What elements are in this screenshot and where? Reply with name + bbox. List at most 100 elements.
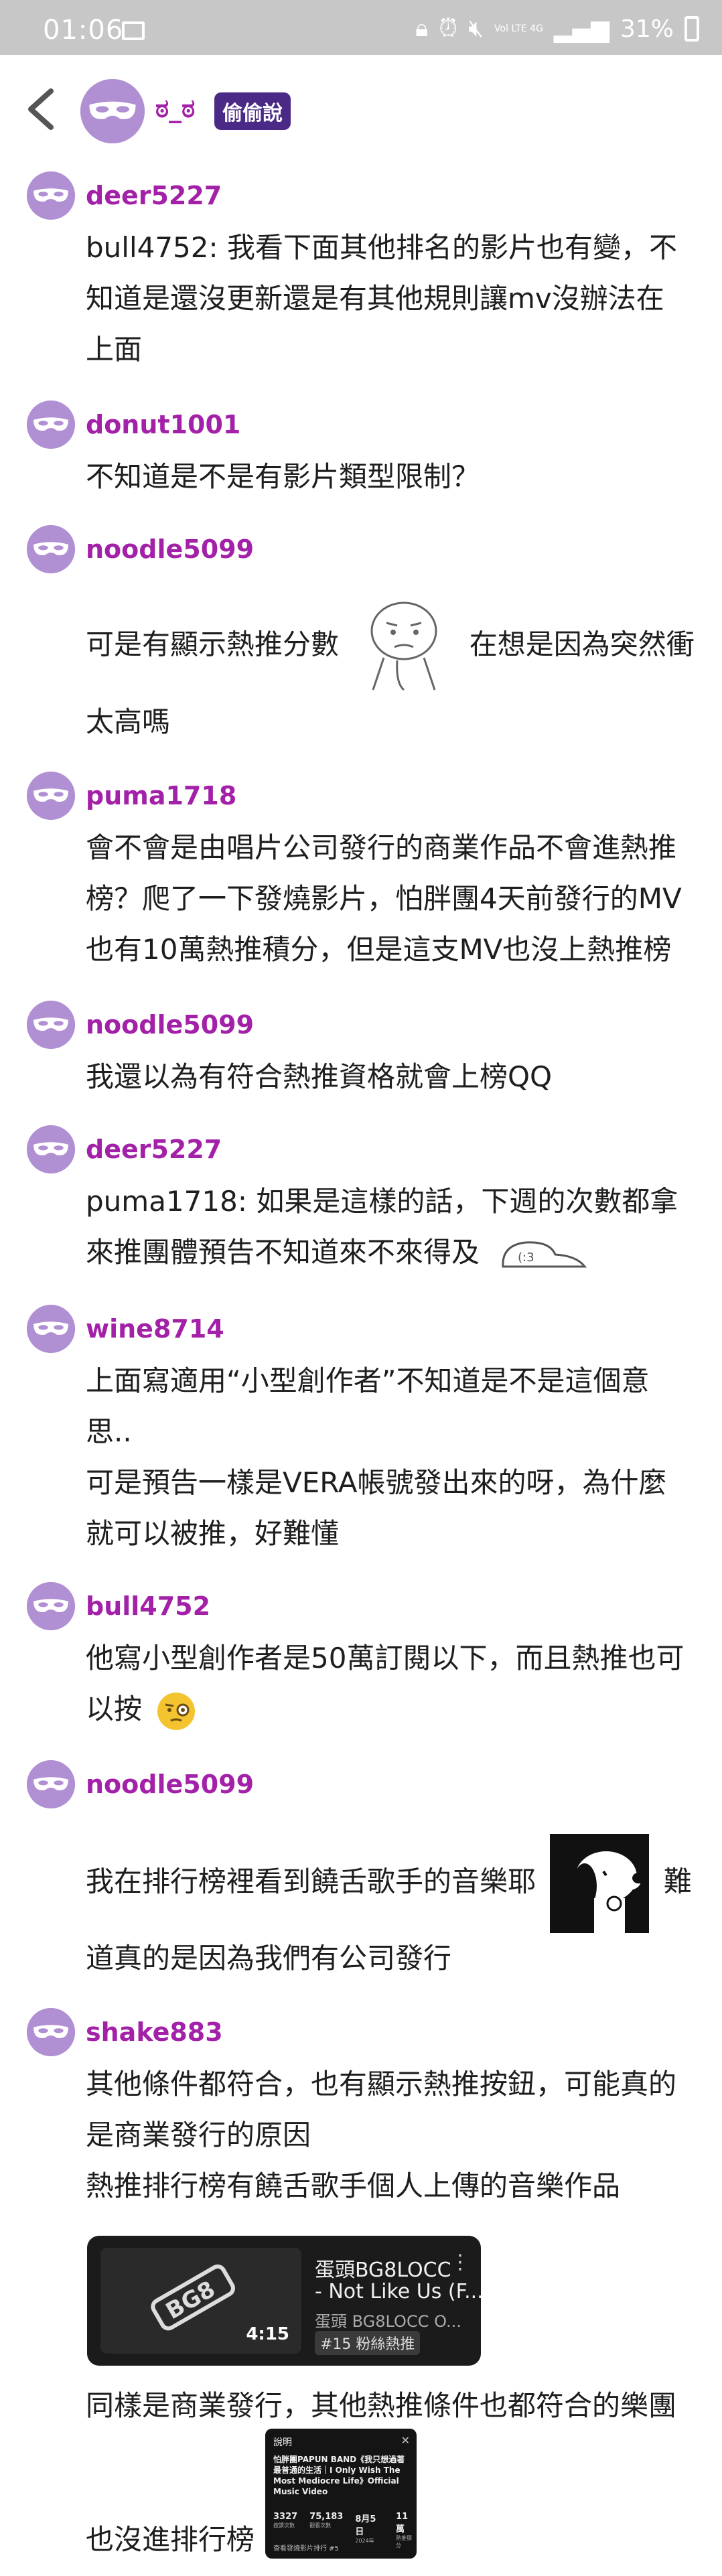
- video-title: 蛋頭BG8LOCC: [315, 2259, 451, 2282]
- comment-username[interactable]: shake883: [86, 2017, 223, 2047]
- comment-text: 難: [663, 1865, 692, 1898]
- mask-icon: [27, 1760, 75, 1808]
- comment-body: bull4752: 我看下面其他排名的影片也有變，不 知道是還沒更新還是有其他規…: [86, 222, 689, 375]
- mask-icon: [27, 772, 75, 820]
- description-footer: 查看發燒影片排行 #5: [273, 2545, 339, 2553]
- comment-text: 知道是還沒更新還是有其他規則讓mv沒辦法在: [86, 282, 664, 315]
- back-button[interactable]: [21, 86, 62, 133]
- comment-username[interactable]: bull4752: [86, 1591, 210, 1621]
- fan-trending-badge: #15 粉絲熱推: [315, 2331, 421, 2355]
- status-time: 01:06: [43, 15, 124, 46]
- mask-icon: [27, 1582, 75, 1630]
- description-header: 說明: [273, 2437, 292, 2448]
- status-bar: 01:06 🔒︎ ⏰︎ 🔇︎ Vol LTE 4G ▂▄▆ 31%: [0, 0, 722, 55]
- comment-text: 也沒進排行榜: [86, 2523, 255, 2556]
- avatar[interactable]: [80, 79, 145, 143]
- comment-text: 我在排行榜裡看到饒舌歌手的音樂耶: [86, 1865, 536, 1898]
- comment-text: 思..: [86, 1415, 132, 1448]
- avatar[interactable]: [27, 1001, 75, 1049]
- comment-body: 可是有顯示熱推分數 在想是因為突然衝 太高嗎: [86, 596, 695, 747]
- comment-body: 我在排行榜裡看到饒舌歌手的音樂耶 難 道真的是因為我們有公司發行: [86, 1834, 715, 1984]
- mask-icon: [27, 1125, 75, 1173]
- stat-date: 8月5日 2024年: [355, 2514, 376, 2544]
- comment-text: 太高嗎: [86, 705, 171, 738]
- more-vertical-icon: ⋮: [450, 2250, 470, 2274]
- signal-icon: ▂▄▆: [553, 15, 609, 43]
- close-icon: ✕: [401, 2434, 410, 2447]
- svg-text:(:3: (:3: [518, 1250, 534, 1265]
- comment-username[interactable]: deer5227: [86, 181, 222, 210]
- comment-username[interactable]: wine8714: [86, 1314, 224, 1344]
- mask-icon: [27, 171, 75, 220]
- comment-text: 可是預告一樣是VERA帳號發出來的呀，為什麼: [86, 1466, 667, 1499]
- comment-body: 其他條件都符合，也有顯示熱推按鈕，可能真的 是商業發行的原因 熱推排行榜有饒舌歌…: [86, 2059, 689, 2212]
- comment-username[interactable]: noodle5099: [86, 534, 254, 564]
- comment-text: 在想是因為突然衝: [469, 628, 695, 661]
- mask-icon: [80, 79, 145, 143]
- mask-icon: [27, 2008, 75, 2056]
- avatar[interactable]: [27, 772, 75, 820]
- video-description-screenshot[interactable]: 說明 ✕ 怕胖團PAPUN BAND《我只想過著最普通的生活｜I Only Wi…: [265, 2429, 417, 2559]
- thinking-face-sticker-icon: [370, 601, 437, 691]
- video-title: - Not Like Us (F...: [315, 2280, 481, 2303]
- comment-body: 會不會是由唱片公司發行的商業作品不會進熱推 榜？爬了一下發燒影片，怕胖團4天前發…: [86, 822, 689, 975]
- status-icons: 🔒︎ ⏰︎ 🔇︎ Vol LTE 4G ▂▄▆ 31%: [415, 15, 699, 43]
- comment-text: puma1718: 如果是這樣的話，下週的次數都拿: [86, 1185, 678, 1218]
- mask-icon: [27, 525, 75, 573]
- comment-body: 上面寫適用“小型創作者”不知道是不是這個意 思.. 可是預告一樣是VERA帳號發…: [86, 1356, 689, 1559]
- description-title: 怕胖團PAPUN BAND《我只想過著最普通的生活｜I Only Wish Th…: [273, 2455, 405, 2496]
- comment-text: bull4752: 我看下面其他排名的影片也有變，不: [86, 231, 678, 264]
- mask-icon: [27, 1001, 75, 1049]
- comment-text: 同樣是商業發行，其他熱推條件也都符合的樂團: [86, 2389, 677, 2422]
- comment-text: 是商業發行的原因: [86, 2119, 311, 2151]
- comment-text: 上面: [86, 333, 143, 366]
- avatar[interactable]: [27, 525, 75, 573]
- stat-trend-points: 11萬 熱推積分: [396, 2512, 413, 2549]
- comment-body: 同樣是商業發行，其他熱推條件也都符合的樂團: [86, 2380, 689, 2431]
- comment-body: puma1718: 如果是這樣的話，下週的次數都拿 來推團體預告不知道來不來得及…: [86, 1176, 689, 1278]
- avatar[interactable]: [27, 1582, 75, 1630]
- chevron-left-icon: [28, 88, 54, 130]
- alarm-icon: ⏰︎: [439, 15, 458, 42]
- comment-text: 熱推排行榜有饒舌歌手個人上傳的音樂作品: [86, 2169, 621, 2202]
- comment-username[interactable]: noodle5099: [86, 1010, 254, 1040]
- poster-name[interactable]: ಠ_ಠ: [155, 94, 195, 124]
- lock-icon: 🔒︎: [415, 15, 429, 42]
- mute-icon: 🔇︎: [468, 15, 484, 42]
- network-label: Vol LTE 4G: [494, 23, 543, 34]
- avatar[interactable]: [27, 1305, 75, 1353]
- avatar[interactable]: [27, 401, 75, 449]
- comment-body: 不知道是不是有影片類型限制？: [86, 451, 689, 502]
- video-thumbnail: BG8 4:15: [100, 2248, 301, 2354]
- comment-text: 會不會是由唱片公司發行的商業作品不會進熱推: [86, 831, 677, 864]
- thread-header: ಠ_ಠ 偷偷說: [0, 55, 722, 167]
- board-tag[interactable]: 偷偷說: [214, 92, 291, 130]
- comment-username[interactable]: donut1001: [86, 410, 240, 439]
- comment-text: 其他條件都符合，也有顯示熱推按鈕，可能真的: [86, 2068, 677, 2100]
- comment-text: 就可以被推，好難懂: [86, 1517, 340, 1550]
- comment-body: 我還以為有符合熱推資格就會上榜QQ: [86, 1052, 689, 1102]
- avatar[interactable]: [27, 171, 75, 220]
- mask-icon: [27, 1305, 75, 1353]
- comment-text: 也有10萬熱推積分，但是這支MV也沒上熱推榜: [86, 933, 672, 966]
- comment-text: 以按: [86, 1693, 143, 1725]
- comment-text: 不知道是不是有影片類型限制？: [86, 460, 480, 493]
- comment-text: 他寫小型創作者是50萬訂閱以下，而且熱推也可: [86, 1642, 684, 1674]
- comment-text: 可是有顯示熱推分數: [86, 628, 340, 661]
- comment-text: 道真的是因為我們有公司發行: [86, 1942, 452, 1975]
- comment-text: 來推團體預告不知道來不來得及: [86, 1236, 480, 1269]
- avatar[interactable]: [27, 1125, 75, 1173]
- comment-text: 上面寫適用“小型創作者”不知道是不是這個意: [86, 1364, 650, 1397]
- avatar[interactable]: [27, 2008, 75, 2056]
- comment-body: 他寫小型創作者是50萬訂閱以下，而且熱推也可 以按: [86, 1633, 689, 1735]
- lying-blob-sticker-icon: (:3: [502, 1240, 587, 1267]
- avatar[interactable]: [27, 1760, 75, 1808]
- video-screenshot[interactable]: BG8 4:15 蛋頭BG8LOCC - Not Like Us (F... 蛋…: [87, 2236, 481, 2366]
- video-channel: 蛋頭 BG8LOCC O...: [315, 2312, 461, 2331]
- comment-text: 榜？爬了一下發燒影片，怕胖團4天前發行的MV: [86, 882, 682, 915]
- comment-username[interactable]: noodle5099: [86, 1770, 254, 1799]
- battery-icon: [684, 16, 699, 42]
- comment-username[interactable]: puma1718: [86, 781, 236, 810]
- comment-username[interactable]: deer5227: [86, 1135, 222, 1164]
- comment-body: 也沒進排行榜: [86, 2514, 260, 2565]
